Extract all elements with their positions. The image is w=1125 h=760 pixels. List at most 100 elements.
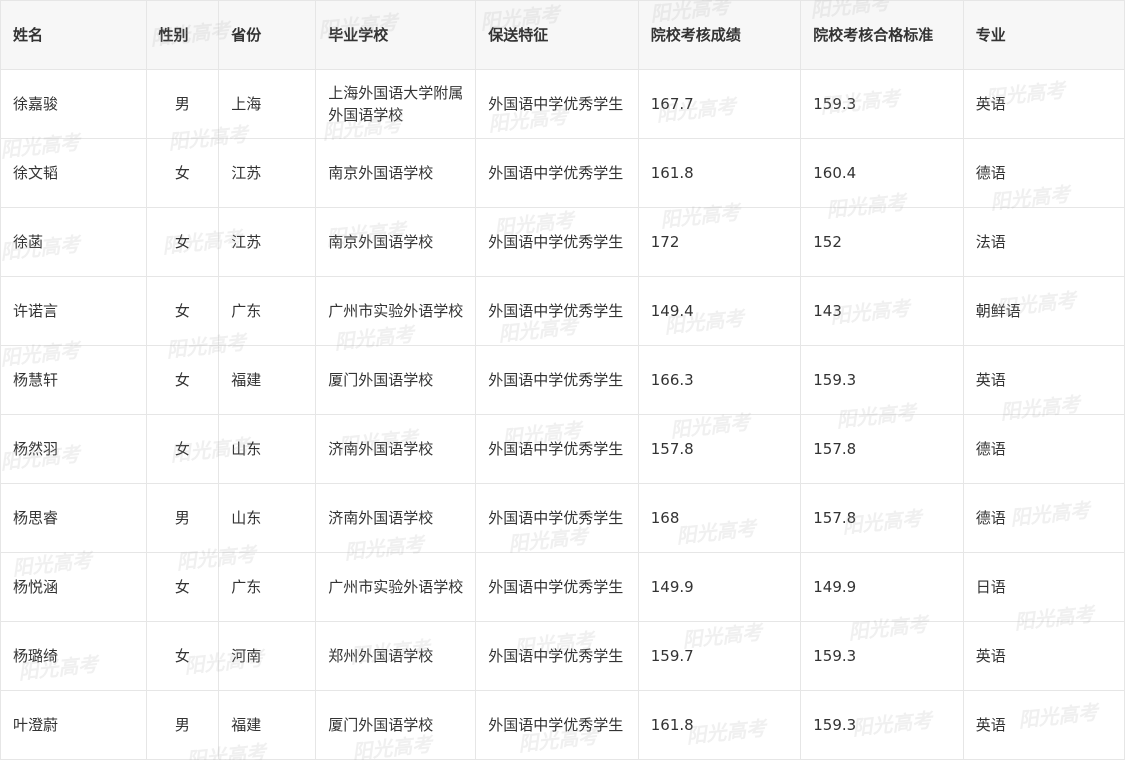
major-cell: 英语 <box>962 690 1125 760</box>
table-row: 许诺言女广东 广州市实验外语学校 外国语中学优秀学生 149.4 143 朝鲜语 <box>0 276 1125 346</box>
feature-cell: 外国语中学优秀学生 <box>475 345 639 415</box>
score-cell: 149.4 <box>637 276 802 346</box>
score-cell: 168 <box>637 483 802 553</box>
name-cell: 许诺言 <box>0 276 147 346</box>
gender-cell: 女 <box>145 552 220 622</box>
major-cell: 德语 <box>962 414 1125 484</box>
table-row: 杨然羽女山东 济南外国语学校 外国语中学优秀学生 157.8 157.8 德语 <box>0 414 1125 484</box>
table-row: 徐文韬女江苏 南京外国语学校 外国语中学优秀学生 161.8 160.4 德语 <box>0 138 1125 208</box>
table-row: 杨慧轩女福建 厦门外国语学校 外国语中学优秀学生 166.3 159.3 英语 <box>0 345 1125 415</box>
score-cell: 161.8 <box>637 138 802 208</box>
admissions-table: 姓名 性别 省份 毕业学校 保送特征 院校考核成绩 院校考核合格标准 专业 徐嘉… <box>0 0 1125 760</box>
table-row: 杨悦涵女广东 广州市实验外语学校 外国语中学优秀学生 149.9 149.9 日语 <box>0 552 1125 622</box>
standard-cell: 159.3 <box>800 69 964 139</box>
school-cell: 南京外国语学校 <box>315 138 477 208</box>
standard-cell: 159.3 <box>800 690 964 760</box>
table-row: 杨思睿男山东 济南外国语学校 外国语中学优秀学生 168 157.8 德语 <box>0 483 1125 553</box>
gender-cell: 女 <box>145 621 220 691</box>
score-cell: 149.9 <box>637 552 802 622</box>
feature-cell: 外国语中学优秀学生 <box>475 483 639 553</box>
province-cell: 山东 <box>218 414 317 484</box>
name-cell: 杨慧轩 <box>0 345 147 415</box>
header-gender: 性别 <box>145 0 220 70</box>
table-row: 徐嘉骏男上海 上海外国语大学附属外国语学校 外国语中学优秀学生 167.7 159.3 英… <box>0 69 1125 139</box>
province-cell: 江苏 <box>218 207 317 277</box>
table-header-row: 姓名 性别 省份 毕业学校 保送特征 院校考核成绩 院校考核合格标准 专业 <box>0 0 1125 70</box>
header-school: 毕业学校 <box>315 0 477 70</box>
name-cell: 徐文韬 <box>0 138 147 208</box>
province-cell: 江苏 <box>218 138 317 208</box>
gender-cell: 女 <box>145 276 220 346</box>
name-cell: 徐嘉骏 <box>0 69 147 139</box>
standard-cell: 149.9 <box>800 552 964 622</box>
standard-cell: 157.8 <box>800 483 964 553</box>
feature-cell: 外国语中学优秀学生 <box>475 690 639 760</box>
table-row: 杨璐绮女河南 郑州外国语学校 外国语中学优秀学生 159.7 159.3 英语 <box>0 621 1125 691</box>
score-cell: 166.3 <box>637 345 802 415</box>
school-cell: 厦门外国语学校 <box>315 690 477 760</box>
gender-cell: 女 <box>145 345 220 415</box>
school-cell: 郑州外国语学校 <box>315 621 477 691</box>
school-cell: 南京外国语学校 <box>315 207 477 277</box>
table-row: 叶澄蔚男福建 厦门外国语学校 外国语中学优秀学生 161.8 159.3 英语 <box>0 690 1125 760</box>
feature-cell: 外国语中学优秀学生 <box>475 414 639 484</box>
school-cell: 上海外国语大学附属外国语学校 <box>315 69 477 139</box>
standard-cell: 159.3 <box>800 345 964 415</box>
standard-cell: 157.8 <box>800 414 964 484</box>
feature-cell: 外国语中学优秀学生 <box>475 276 639 346</box>
standard-cell: 160.4 <box>800 138 964 208</box>
name-cell: 杨然羽 <box>0 414 147 484</box>
standard-cell: 143 <box>800 276 964 346</box>
province-cell: 山东 <box>218 483 317 553</box>
feature-cell: 外国语中学优秀学生 <box>475 69 639 139</box>
score-cell: 157.8 <box>637 414 802 484</box>
province-cell: 广东 <box>218 276 317 346</box>
school-cell: 济南外国语学校 <box>315 414 477 484</box>
province-cell: 河南 <box>218 621 317 691</box>
major-cell: 朝鲜语 <box>962 276 1125 346</box>
gender-cell: 女 <box>145 207 220 277</box>
school-cell: 广州市实验外语学校 <box>315 276 477 346</box>
name-cell: 杨思睿 <box>0 483 147 553</box>
school-cell: 济南外国语学校 <box>315 483 477 553</box>
score-cell: 159.7 <box>637 621 802 691</box>
header-score: 院校考核成绩 <box>637 0 802 70</box>
province-cell: 上海 <box>218 69 317 139</box>
school-cell: 广州市实验外语学校 <box>315 552 477 622</box>
major-cell: 德语 <box>962 138 1125 208</box>
province-cell: 福建 <box>218 345 317 415</box>
score-cell: 161.8 <box>637 690 802 760</box>
header-feature: 保送特征 <box>475 0 639 70</box>
header-name: 姓名 <box>0 0 147 70</box>
header-province: 省份 <box>218 0 317 70</box>
feature-cell: 外国语中学优秀学生 <box>475 207 639 277</box>
feature-cell: 外国语中学优秀学生 <box>475 138 639 208</box>
gender-cell: 男 <box>145 69 220 139</box>
standard-cell: 159.3 <box>800 621 964 691</box>
name-cell: 杨璐绮 <box>0 621 147 691</box>
major-cell: 英语 <box>962 345 1125 415</box>
major-cell: 英语 <box>962 621 1125 691</box>
name-cell: 徐菡 <box>0 207 147 277</box>
province-cell: 广东 <box>218 552 317 622</box>
feature-cell: 外国语中学优秀学生 <box>475 552 639 622</box>
school-cell: 厦门外国语学校 <box>315 345 477 415</box>
score-cell: 167.7 <box>637 69 802 139</box>
major-cell: 英语 <box>962 69 1125 139</box>
feature-cell: 外国语中学优秀学生 <box>475 621 639 691</box>
score-cell: 172 <box>637 207 802 277</box>
major-cell: 法语 <box>962 207 1125 277</box>
header-standard: 院校考核合格标准 <box>800 0 964 70</box>
name-cell: 叶澄蔚 <box>0 690 147 760</box>
province-cell: 福建 <box>218 690 317 760</box>
gender-cell: 男 <box>145 690 220 760</box>
name-cell: 杨悦涵 <box>0 552 147 622</box>
major-cell: 德语 <box>962 483 1125 553</box>
major-cell: 日语 <box>962 552 1125 622</box>
table-row: 徐菡女江苏 南京外国语学校 外国语中学优秀学生 172 152 法语 <box>0 207 1125 277</box>
header-major: 专业 <box>962 0 1125 70</box>
standard-cell: 152 <box>800 207 964 277</box>
gender-cell: 男 <box>145 483 220 553</box>
gender-cell: 女 <box>145 414 220 484</box>
gender-cell: 女 <box>145 138 220 208</box>
